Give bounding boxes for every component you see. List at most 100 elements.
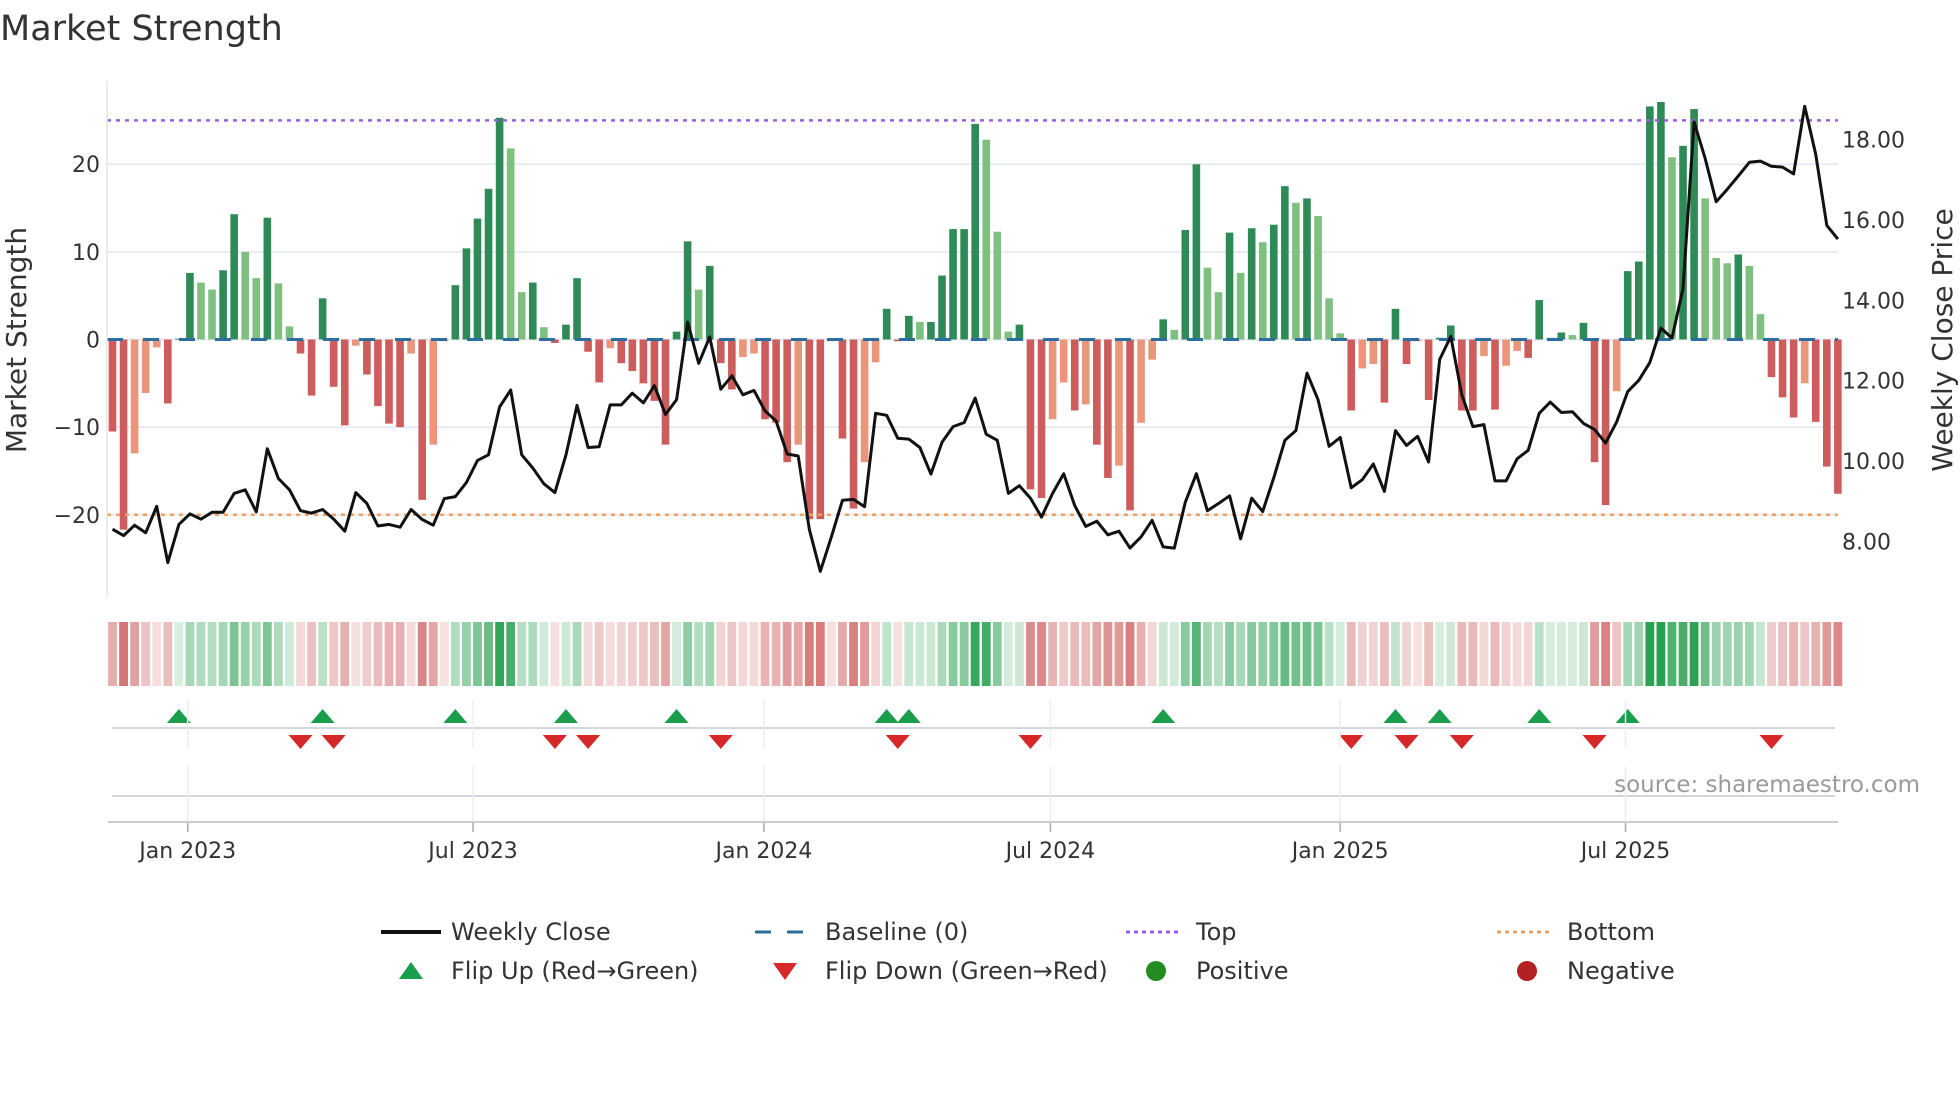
strip-cell: [1689, 622, 1699, 686]
strength-bar: [860, 339, 869, 463]
legend-item: Top: [1126, 918, 1237, 946]
strip-cell: [1623, 622, 1633, 686]
strip-cell: [1081, 622, 1091, 686]
strength-bar: [108, 339, 117, 432]
strength-bar: [1203, 267, 1212, 340]
strength-bar: [363, 339, 371, 375]
strip-cell: [1391, 622, 1400, 686]
flip-up-marker: [443, 709, 468, 723]
strength-bar: [1767, 339, 1776, 378]
strip-cell: [1302, 622, 1312, 686]
strip-cell: [705, 622, 715, 686]
strength-bar: [1811, 339, 1820, 422]
y-tick-label-right: 12.00: [1842, 370, 1905, 395]
strength-bar: [119, 339, 128, 530]
strip-cell: [1158, 622, 1168, 686]
flip-up-marker: [664, 709, 689, 723]
strip-cell: [1346, 622, 1356, 686]
strip-cell: [638, 622, 648, 686]
strength-bar: [849, 339, 858, 509]
strip-cell: [860, 622, 869, 686]
strip-cell: [152, 622, 162, 686]
strength-bar: [1657, 102, 1665, 340]
strip-cell: [572, 622, 582, 686]
strength-bar: [1015, 324, 1024, 340]
flip-up-marker: [1383, 709, 1408, 723]
legend-label: Positive: [1196, 957, 1289, 985]
strength-bar: [960, 229, 968, 340]
strength-bars: [108, 102, 1842, 530]
strength-bar: [1236, 272, 1245, 340]
strength-bar: [1590, 339, 1599, 463]
strength-bar: [905, 315, 913, 340]
strength-bar: [1391, 308, 1400, 340]
y-axis-title-left: Market Strength: [0, 227, 33, 453]
strength-bar: [838, 339, 847, 439]
strip-cell: [119, 622, 128, 686]
strength-bar: [993, 231, 1002, 340]
strength-bar: [573, 278, 581, 340]
strip-cell: [428, 622, 438, 686]
strength-bar: [1491, 339, 1499, 410]
source-credit: source: sharemaestro.com: [1614, 772, 1920, 798]
strip-cell: [1324, 622, 1334, 686]
strength-bar: [274, 283, 283, 340]
strip-cell: [1833, 622, 1843, 686]
strength-bar: [1303, 198, 1311, 340]
flip-down-marker: [288, 735, 313, 749]
strength-bar: [794, 339, 803, 445]
strength-bar: [1026, 339, 1035, 490]
strength-bar: [1734, 254, 1743, 340]
strip-cell: [782, 622, 792, 686]
strip-cell: [1136, 622, 1146, 686]
strip-cell: [450, 622, 460, 686]
strip-cell: [1778, 622, 1787, 686]
legend-item: Bottom: [1497, 918, 1655, 946]
strength-bar: [1745, 265, 1754, 340]
flip-up-marker: [310, 709, 335, 723]
strip-cell: [793, 622, 803, 686]
flip-down-marker: [1582, 735, 1607, 749]
strip-cell: [1479, 622, 1489, 686]
x-axis: Jan 2023 Jul 2023 Jan 2024 Jul 2024 Jan 2025…: [108, 700, 1838, 864]
strength-bar: [1070, 339, 1079, 411]
strip-cell: [1424, 622, 1434, 686]
strength-bar: [1756, 314, 1765, 340]
strength-bar: [1402, 339, 1411, 365]
strip-cell: [130, 622, 140, 686]
legend-item: Baseline (0): [755, 918, 968, 946]
strip-cell: [959, 622, 969, 686]
y-tick-label-left: −20: [54, 504, 100, 529]
y-tick-label-left: 0: [86, 329, 100, 354]
strength-bar: [186, 272, 194, 340]
strip-cell: [1048, 622, 1057, 686]
strength-bar: [1502, 339, 1510, 366]
x-tick-label: Jan 2023: [137, 839, 236, 864]
strength-bar: [705, 265, 714, 340]
circle-icon: [1146, 961, 1166, 981]
strength-bar: [1712, 258, 1720, 340]
strength-bar: [1623, 271, 1632, 340]
strip-cell: [1357, 622, 1367, 686]
strip-cell: [1744, 622, 1754, 686]
strip-cell: [1092, 622, 1102, 686]
strength-bar: [694, 289, 703, 340]
y-tick-label-right: 18.00: [1842, 128, 1905, 153]
strip-cell: [1203, 622, 1212, 686]
strength-bar: [506, 148, 515, 340]
strip-cell: [1468, 622, 1478, 686]
strip-cell: [285, 622, 294, 686]
strip-cell: [992, 622, 1002, 686]
strip-cell: [804, 622, 814, 686]
strip-cell: [1413, 622, 1422, 686]
strip-cell: [661, 622, 670, 686]
strip-cell: [716, 622, 726, 686]
strip-cell: [373, 622, 383, 686]
strip-cell: [738, 622, 748, 686]
strip-cell: [1656, 622, 1666, 686]
strip-cell: [594, 622, 604, 686]
strip-cell: [462, 622, 471, 686]
strength-bar: [451, 285, 460, 340]
triangle-up-icon: [399, 962, 423, 979]
strip-cell: [616, 622, 626, 686]
